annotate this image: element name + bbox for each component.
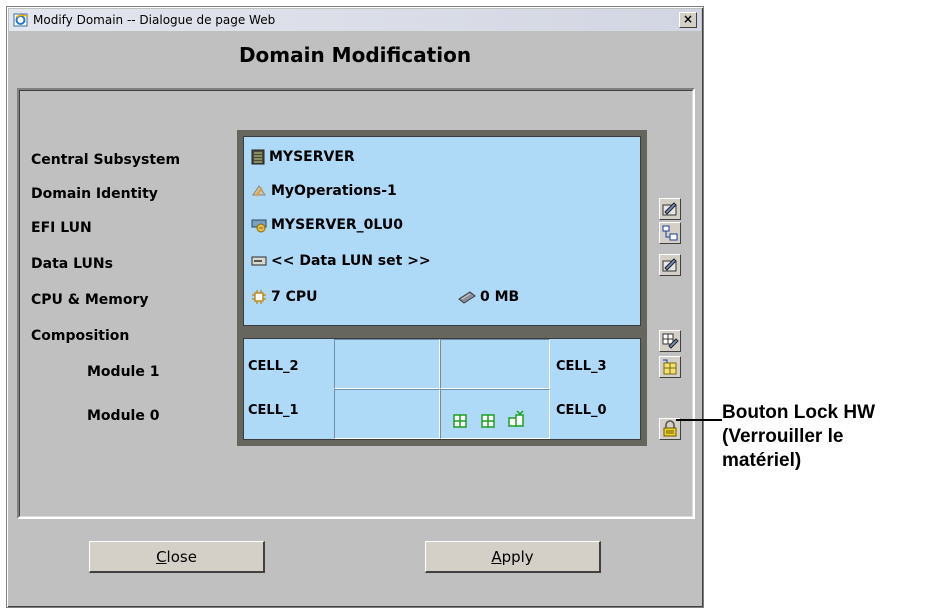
annotation-line-3: matériel) bbox=[722, 450, 802, 471]
domain-info-box: MYSERVER MyOperations-1 MYSERVER_0LU0 <<… bbox=[237, 130, 647, 332]
module-0-slot-b[interactable] bbox=[440, 389, 550, 439]
label-cpu-memory: CPU & Memory bbox=[31, 292, 149, 308]
cell-1-label: CELL_1 bbox=[248, 403, 299, 418]
edit-luns-button[interactable] bbox=[659, 254, 681, 276]
disk-lun-icon bbox=[251, 219, 267, 233]
lock-hw-annotation: Bouton Lock HW (Verrouiller le matériel) bbox=[722, 401, 936, 473]
central-subsystem-text: MYSERVER bbox=[269, 149, 355, 165]
edit-composition-button[interactable] bbox=[659, 330, 681, 352]
module-1-slot-b[interactable] bbox=[440, 339, 550, 389]
cpu-module-icon bbox=[453, 414, 467, 428]
data-luns-text: << Data LUN set >> bbox=[271, 253, 431, 269]
io-module-icon bbox=[508, 410, 524, 427]
apply-button[interactable]: Apply bbox=[425, 541, 601, 573]
label-composition: Composition bbox=[31, 328, 130, 344]
memory-icon bbox=[458, 291, 476, 304]
label-efi-lun: EFI LUN bbox=[31, 220, 92, 236]
lun-tree-icon bbox=[662, 225, 678, 241]
apply-mnemonic: A bbox=[491, 547, 502, 566]
cell-3-label: CELL_3 bbox=[556, 359, 607, 374]
title-bar: Modify Domain -- Dialogue de page Web × bbox=[9, 9, 701, 31]
edit-luns-icon bbox=[662, 258, 677, 272]
label-module-1: Module 1 bbox=[87, 364, 160, 380]
composition-box: CELL_2 CELL_3 CELL_1 CELL_0 bbox=[237, 332, 647, 446]
ie-page-icon bbox=[13, 13, 28, 27]
cell-2-label: CELL_2 bbox=[248, 359, 299, 374]
cpu-icon bbox=[252, 290, 266, 304]
label-central-subsystem: Central Subsystem bbox=[31, 152, 181, 168]
window-close-button[interactable]: × bbox=[679, 12, 697, 28]
domain-info-area: MYSERVER MyOperations-1 MYSERVER_0LU0 <<… bbox=[243, 136, 641, 326]
cell-0-label: CELL_0 bbox=[556, 403, 607, 418]
efi-lun-text: MYSERVER_0LU0 bbox=[271, 217, 403, 233]
domain-panel: Central Subsystem Domain Identity EFI LU… bbox=[17, 88, 695, 519]
central-subsystem-value[interactable]: MYSERVER bbox=[251, 149, 355, 165]
cell-config-icon bbox=[663, 359, 677, 375]
cpu-value[interactable]: 7 CPU bbox=[251, 289, 318, 305]
page-title: Domain Modification bbox=[238, 43, 472, 67]
composition-area: CELL_2 CELL_3 CELL_1 CELL_0 bbox=[243, 338, 641, 440]
module-1-slot-a[interactable] bbox=[334, 339, 440, 389]
label-module-0: Module 0 bbox=[87, 408, 160, 424]
window-title: Modify Domain -- Dialogue de page Web bbox=[33, 13, 276, 27]
annotation-line-1: Bouton Lock HW bbox=[722, 402, 876, 423]
callout-line bbox=[676, 419, 722, 421]
label-domain-identity: Domain Identity bbox=[31, 186, 158, 202]
cpu-text: 7 CPU bbox=[271, 289, 318, 305]
server-icon bbox=[251, 149, 265, 165]
domain-identity-icon bbox=[252, 185, 266, 197]
annotation-line-2: (Verrouiller le bbox=[722, 426, 844, 447]
cell-config-button[interactable] bbox=[659, 356, 681, 378]
edit-composition-icon bbox=[662, 333, 679, 349]
close-mnemonic: C bbox=[156, 547, 167, 566]
label-data-luns: Data LUNs bbox=[31, 256, 113, 272]
edit-domain-button[interactable] bbox=[659, 198, 681, 220]
drive-icon bbox=[251, 256, 267, 266]
domain-identity-value[interactable]: MyOperations-1 bbox=[251, 183, 397, 199]
lock-hw-icon bbox=[663, 420, 677, 437]
cpu-module-icon bbox=[481, 414, 495, 428]
lun-tree-button[interactable] bbox=[659, 222, 681, 244]
apply-label: pply bbox=[501, 547, 534, 566]
modify-domain-dialog: Modify Domain -- Dialogue de page Web × … bbox=[6, 6, 704, 608]
data-luns-value[interactable]: << Data LUN set >> bbox=[251, 253, 431, 269]
domain-identity-text: MyOperations-1 bbox=[271, 183, 397, 199]
close-label: lose bbox=[166, 547, 197, 566]
module-0-slot-a[interactable] bbox=[334, 389, 440, 439]
edit-domain-icon bbox=[662, 202, 677, 216]
efi-lun-value[interactable]: MYSERVER_0LU0 bbox=[251, 217, 403, 233]
lock-hw-button[interactable] bbox=[659, 418, 681, 440]
memory-text: 0 MB bbox=[480, 289, 520, 305]
memory-value[interactable]: 0 MB bbox=[458, 289, 519, 305]
close-button[interactable]: Close bbox=[89, 541, 265, 573]
